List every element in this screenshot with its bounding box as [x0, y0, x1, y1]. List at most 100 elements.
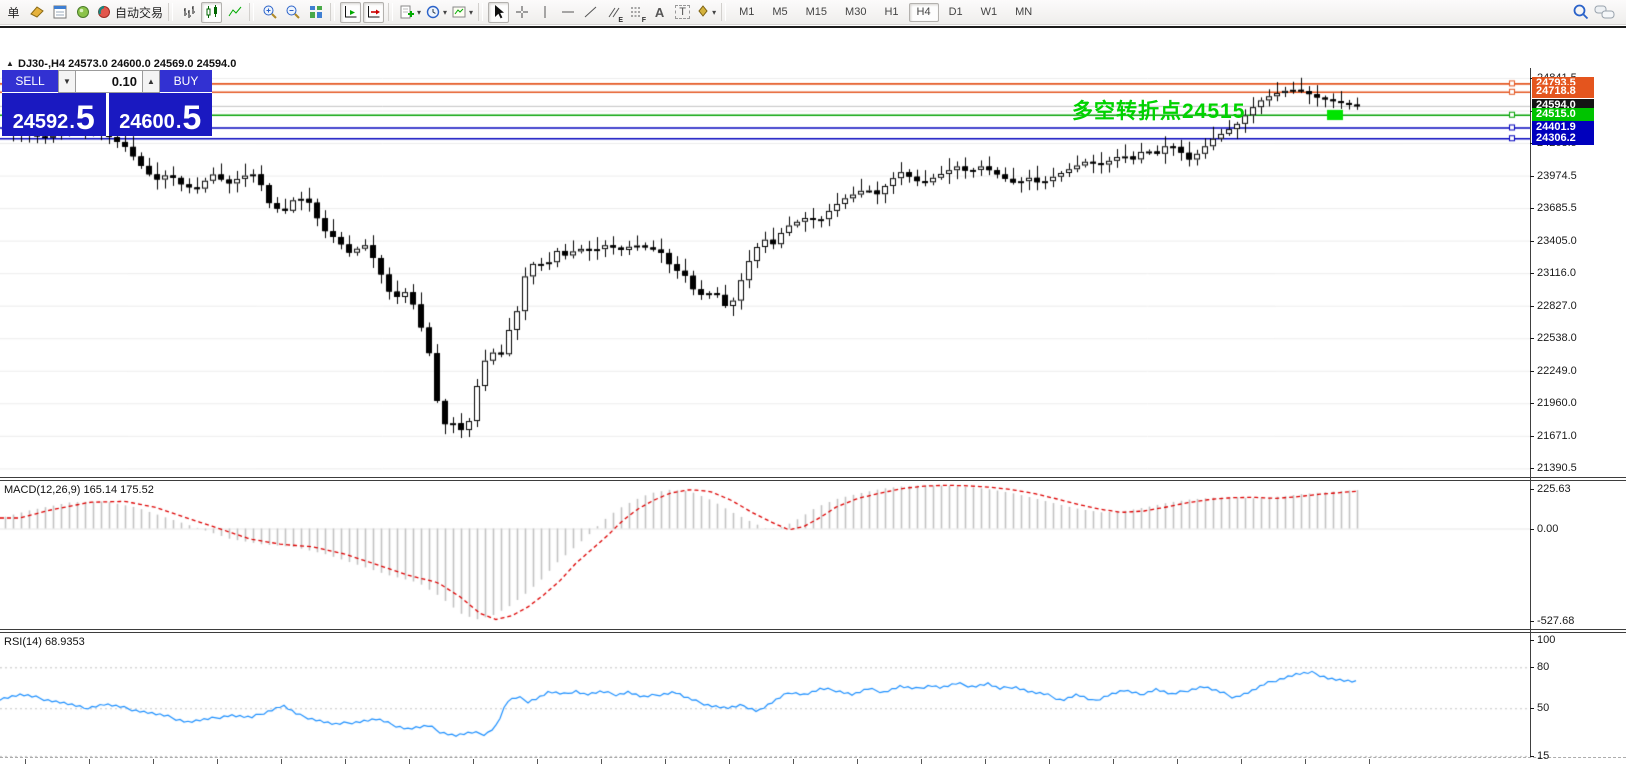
- timeframe-d1[interactable]: D1: [941, 3, 971, 22]
- timeframe-mn[interactable]: MN: [1007, 3, 1040, 22]
- data-window-icon[interactable]: [72, 2, 93, 23]
- timeframe-m30[interactable]: M30: [837, 3, 874, 22]
- price-level-tag: 24306.2: [1532, 132, 1594, 145]
- price-scale-tick: [1530, 468, 1534, 469]
- time-axis-tick: [985, 759, 986, 764]
- lot-size-input[interactable]: [76, 70, 142, 93]
- horizontal-line-tool-button[interactable]: [557, 2, 578, 23]
- rsi-scale-tick: [1530, 708, 1534, 709]
- channel-tool-button[interactable]: E: [603, 2, 624, 23]
- chevron-down-icon: ▾: [443, 8, 447, 17]
- autotrading-label: 自动交易: [115, 4, 163, 21]
- time-axis-tick: [1305, 759, 1306, 764]
- toolbar-separator: [168, 3, 173, 21]
- vertical-line-tool-button[interactable]: [534, 2, 555, 23]
- toolbar-separator: [721, 3, 726, 21]
- zoom-out-button[interactable]: [282, 2, 303, 23]
- time-axis-tick: [793, 759, 794, 764]
- price-scale-label: 23974.5: [1537, 170, 1577, 182]
- price-scale-tick: [1530, 306, 1534, 307]
- indicators-button[interactable]: ▾: [398, 2, 422, 23]
- sell-price-button[interactable]: 24592.5: [2, 93, 106, 136]
- sell-label: SELL: [2, 70, 58, 93]
- text-label-tool-button[interactable]: T: [672, 2, 693, 23]
- chat-icon[interactable]: [1593, 2, 1617, 23]
- rsi-scale-label: 80: [1537, 661, 1549, 673]
- time-axis-tick: [601, 759, 602, 764]
- rsi-scale-label: 15: [1537, 750, 1549, 762]
- time-axis-tick: [1241, 759, 1242, 764]
- line-chart-mode-button[interactable]: [224, 2, 245, 23]
- timeframe-w1[interactable]: W1: [973, 3, 1006, 22]
- toolbar-separator: [330, 3, 335, 21]
- time-axis-tick: [665, 759, 666, 764]
- price-scale-tick: [1530, 241, 1534, 242]
- one-click-trading-panel: SELL ▼ ▲ BUY 24592.5 24600.5: [2, 70, 212, 136]
- macd-pane-canvas[interactable]: [0, 481, 1530, 629]
- main-chart-canvas[interactable]: [0, 68, 1530, 477]
- collapse-icon[interactable]: ▲: [6, 59, 14, 68]
- sell-price-pip: 5: [76, 104, 95, 132]
- time-axis-tick: [921, 759, 922, 764]
- cursor-tool-button[interactable]: [488, 2, 509, 23]
- auto-scroll-button[interactable]: [340, 2, 361, 23]
- mt4-window: 单 自动交易: [0, 0, 1626, 774]
- buy-price-main: 24600: [119, 112, 175, 132]
- autotrading-button[interactable]: 自动交易: [95, 2, 164, 23]
- crosshair-tool-button[interactable]: [511, 2, 532, 23]
- time-axis-tick: [473, 759, 474, 764]
- trendline-tool-button[interactable]: [580, 2, 601, 23]
- price-scale-label: 21671.0: [1537, 430, 1577, 442]
- price-scale-label: 23405.0: [1537, 235, 1577, 247]
- macd-scale-label: 0.00: [1537, 523, 1558, 535]
- macd-scale-tick: [1530, 529, 1534, 530]
- history-center-icon[interactable]: [26, 2, 47, 23]
- price-scale-label: 22827.0: [1537, 300, 1577, 312]
- macd-scale-label: 225.63: [1537, 483, 1571, 495]
- chart-shift-button[interactable]: [363, 2, 384, 23]
- price-scale-tick: [1530, 338, 1534, 339]
- lot-decrease-button[interactable]: ▼: [58, 70, 76, 93]
- timeframe-m15[interactable]: M15: [798, 3, 835, 22]
- templates-button[interactable]: ▾: [450, 2, 474, 23]
- rsi-scale-tick: [1530, 640, 1534, 641]
- time-axis-tick: [1177, 759, 1178, 764]
- timeframe-h1[interactable]: H1: [876, 3, 906, 22]
- buy-label: BUY: [160, 70, 212, 93]
- zoom-in-button[interactable]: [259, 2, 280, 23]
- arrows-tool-button[interactable]: ▾: [695, 2, 717, 23]
- bar-chart-mode-button[interactable]: [178, 2, 199, 23]
- toolbar: 单 自动交易: [0, 0, 1626, 25]
- time-axis-tick: [25, 759, 26, 764]
- rsi-pane-canvas[interactable]: [0, 633, 1530, 757]
- time-axis-tick: [1369, 759, 1370, 764]
- pivot-annotation-text: 多空转折点24515: [1072, 95, 1245, 125]
- price-scale-label: 21390.5: [1537, 462, 1577, 474]
- tile-windows-icon[interactable]: [305, 2, 326, 23]
- macd-scale-label: -527.68: [1537, 615, 1574, 627]
- time-axis-tick: [89, 759, 90, 764]
- price-scale-tick: [1530, 436, 1534, 437]
- macd-scale-tick: [1530, 489, 1534, 490]
- price-scale-tick: [1530, 273, 1534, 274]
- toolbar-separator: [249, 3, 254, 21]
- price-scale-label: 21960.0: [1537, 397, 1577, 409]
- text-tool-button[interactable]: A: [649, 2, 670, 23]
- time-axis-tick: [1113, 759, 1114, 764]
- candle-chart-mode-button[interactable]: [201, 2, 222, 23]
- fibonacci-tool-button[interactable]: F: [626, 2, 647, 23]
- timeframe-h4[interactable]: H4: [909, 3, 939, 22]
- timeframe-m1[interactable]: M1: [731, 3, 762, 22]
- market-watch-icon[interactable]: [49, 2, 70, 23]
- rsi-scale-tick: [1530, 756, 1534, 757]
- lot-increase-button[interactable]: ▲: [142, 70, 160, 93]
- periods-button[interactable]: ▾: [424, 2, 448, 23]
- chart-area: ▲ DJ30-,H4 24573.0 24600.0 24569.0 24594…: [0, 26, 1626, 774]
- buy-price-button[interactable]: 24600.5: [109, 93, 213, 136]
- timeframe-m5[interactable]: M5: [764, 3, 795, 22]
- toolbar-separator: [478, 3, 483, 21]
- price-level-tag: 24718.8: [1532, 85, 1594, 98]
- price-scale-label: 23685.5: [1537, 202, 1577, 214]
- search-icon[interactable]: [1570, 2, 1591, 23]
- new-order-button[interactable]: 单: [3, 2, 24, 23]
